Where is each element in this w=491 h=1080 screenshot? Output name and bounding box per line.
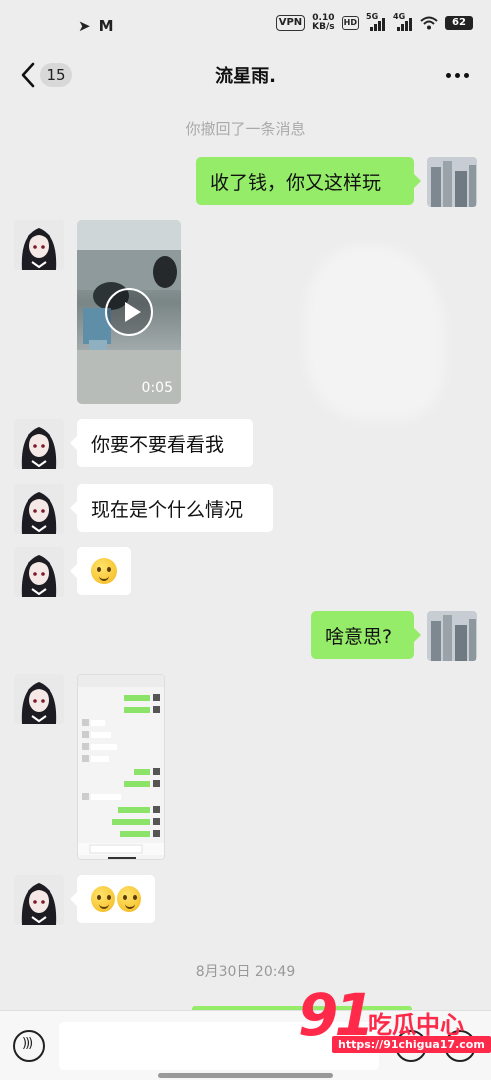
contact-avatar[interactable] [14, 547, 64, 597]
hd-badge: HD [341, 16, 359, 30]
wifi-icon [420, 16, 438, 30]
status-left-icons: ➤ M [78, 17, 114, 35]
recalled-notice: 你撤回了一条消息 [185, 120, 306, 138]
battery-icon: 62 [445, 16, 473, 30]
outgoing-message-bubble[interactable]: 收了钱，你又这样玩 [196, 157, 421, 205]
home-indicator [158, 1073, 333, 1078]
screenshot-thumbnail [78, 675, 164, 859]
chat-header: 15 流星雨. [0, 50, 491, 100]
message-timestamp: 8月30日 20:49 [195, 964, 296, 980]
unread-count-badge[interactable]: 15 [40, 63, 72, 87]
blush-emoji-icon [117, 886, 141, 912]
contact-avatar[interactable] [14, 674, 64, 724]
status-right-icons: VPN 0.10 KB/s HD 5G 4G 62 [275, 12, 473, 32]
incoming-emoji-bubble[interactable] [70, 547, 131, 595]
telegram-icon: ➤ [78, 17, 91, 35]
vpn-badge: VPN [275, 15, 306, 31]
speed-unit: KB/s [312, 22, 335, 32]
network-speed: 0.10 KB/s [312, 14, 334, 32]
blush-emoji-icon [91, 886, 115, 912]
contact-avatar[interactable] [14, 875, 64, 925]
signal-5g-icon: 5G [366, 12, 386, 31]
video-message[interactable]: 0:05 [77, 220, 181, 404]
outgoing-message-bubble[interactable]: 啥意思? [311, 611, 421, 659]
contact-avatar[interactable] [14, 419, 64, 469]
gmail-icon: M [98, 17, 114, 35]
status-bar: ➤ M VPN 0.10 KB/s HD 5G 4G 62 [0, 0, 491, 50]
contact-avatar[interactable] [14, 484, 64, 534]
watermark-logo: 91 吃瓜中心 https://91chigua17.com [298, 985, 491, 1060]
watermark-url: https://91chigua17.com [332, 1036, 491, 1053]
watermark-title: 吃瓜中心 [368, 1011, 464, 1039]
chat-screen: ➤ M VPN 0.10 KB/s HD 5G 4G 62 15 流星雨. 你撤… [0, 0, 491, 1080]
contact-avatar[interactable] [14, 220, 64, 270]
chevron-left-icon[interactable] [18, 60, 40, 90]
self-avatar[interactable] [427, 611, 477, 661]
self-avatar[interactable] [427, 157, 477, 207]
image-message-screenshot[interactable] [77, 674, 165, 860]
incoming-message-bubble[interactable]: 现在是个什么情况 [70, 484, 273, 532]
voice-icon[interactable] [13, 1030, 45, 1062]
chat-title: 流星雨. [215, 66, 276, 87]
incoming-message-bubble[interactable]: 你要不要看看我 [70, 419, 253, 467]
background-blur-artifact [305, 245, 445, 420]
smile-blush-emoji-icon [91, 558, 117, 584]
incoming-emoji-bubble[interactable] [70, 875, 155, 923]
signal-4g-icon: 4G [393, 12, 413, 31]
play-icon[interactable] [105, 288, 153, 336]
more-dots-icon[interactable] [446, 73, 469, 78]
video-duration: 0:05 [141, 380, 173, 396]
